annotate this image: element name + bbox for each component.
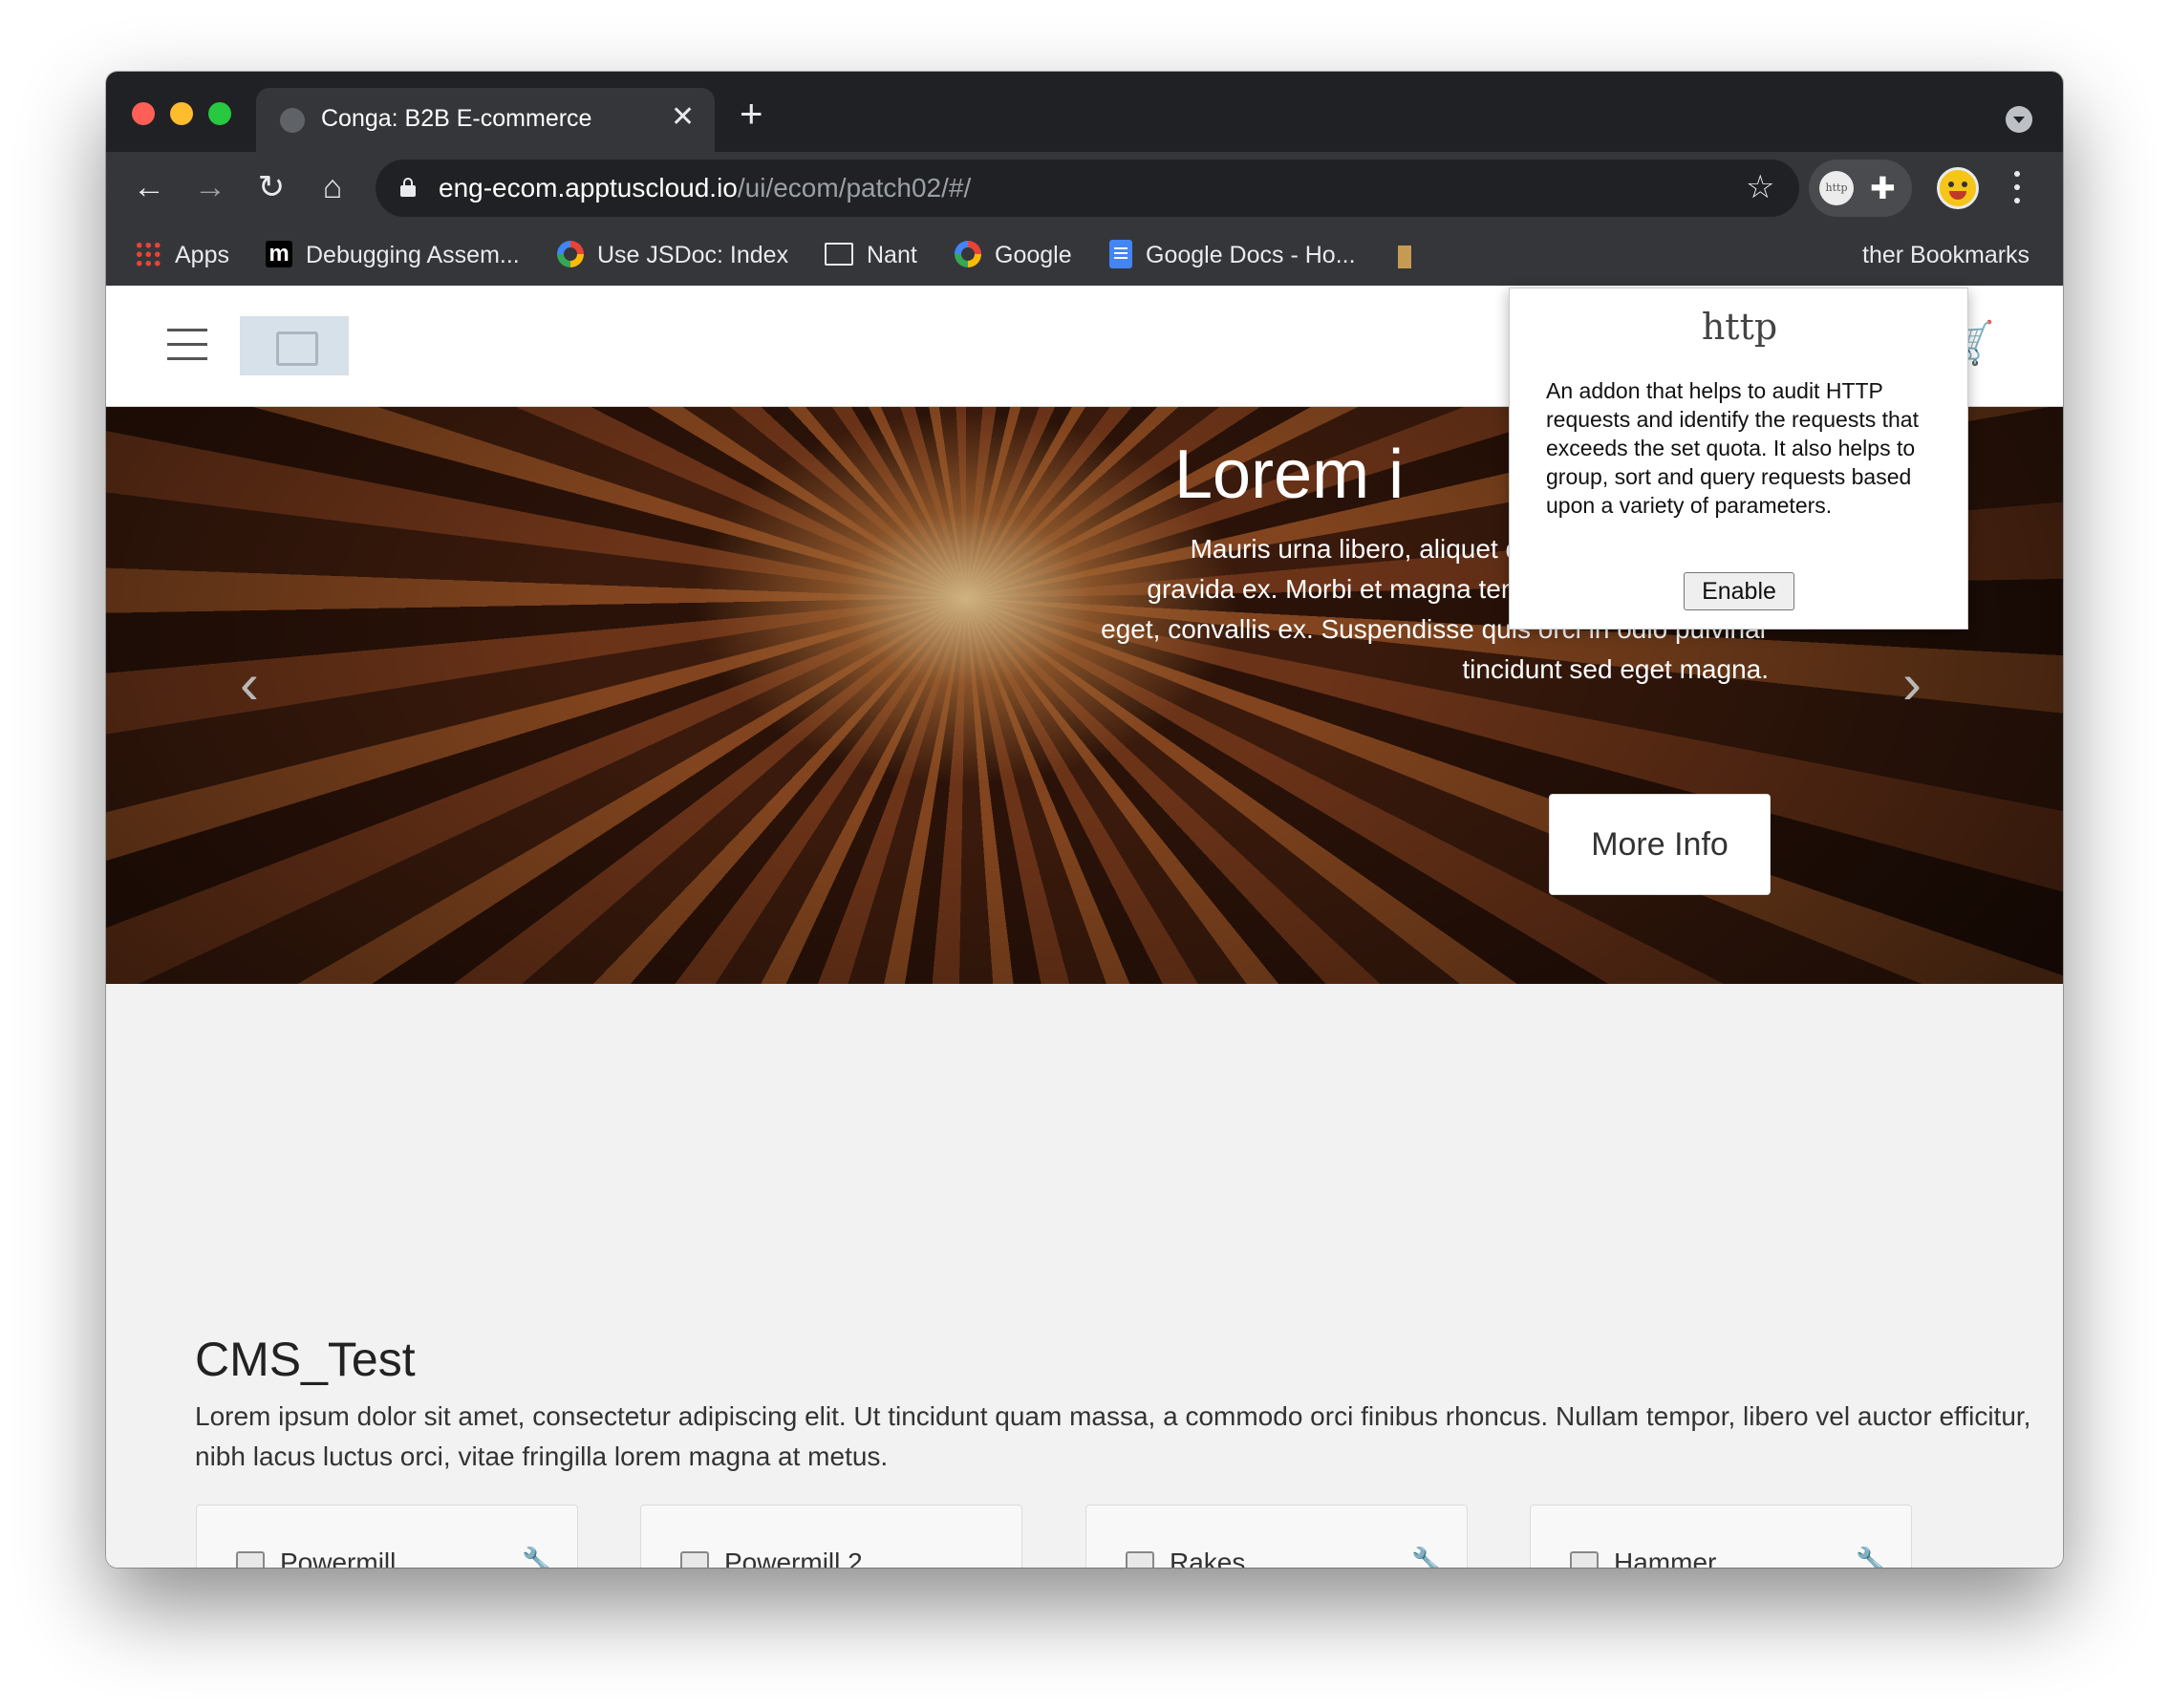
- bookmark-jsdoc[interactable]: Use JSDoc: Index: [557, 234, 788, 276]
- close-window-button[interactable]: [132, 102, 155, 125]
- extensions-group: http ✚: [1809, 160, 1912, 217]
- product-checkbox[interactable]: [1570, 1551, 1599, 1568]
- product-name: Rakes: [1170, 1548, 1246, 1568]
- bookmarks-bar: Apps m Debugging Assem... Use JSDoc: Inde…: [106, 224, 2063, 286]
- home-icon[interactable]: ⌂: [311, 165, 354, 209]
- bookmark-debugging[interactable]: m Debugging Assem...: [266, 234, 520, 276]
- new-tab-button[interactable]: +: [740, 94, 763, 134]
- wrench-icon[interactable]: 🔧: [1856, 1546, 1886, 1568]
- more-info-button[interactable]: More Info: [1549, 794, 1771, 895]
- folder-icon: [825, 243, 853, 267]
- url-host: eng-ecom.apptuscloud.io: [439, 173, 738, 203]
- product-card[interactable]: Rakes 🔧: [1085, 1505, 1468, 1568]
- bookmark-label: Use JSDoc: Index: [597, 242, 789, 268]
- product-checkbox[interactable]: [680, 1551, 709, 1568]
- section-title: CMS_Test: [195, 1333, 416, 1386]
- popup-description: An addon that helps to audit HTTP reques…: [1546, 378, 1919, 518]
- close-tab-icon[interactable]: ✕: [671, 101, 695, 134]
- other-bookmarks[interactable]: ther Bookmarks: [1862, 234, 2029, 276]
- bookmark-label: Nant: [867, 242, 917, 268]
- tab-title: Conga: B2B E-commerce: [321, 105, 592, 132]
- product-name: Hammer: [1614, 1548, 1717, 1568]
- m-icon: m: [266, 241, 292, 268]
- apps-grid-icon: [135, 241, 161, 268]
- product-card[interactable]: Powermill 🔧: [196, 1505, 578, 1568]
- section-description: Lorem ipsum dolor sit amet, consectetur …: [195, 1401, 2031, 1471]
- product-checkbox[interactable]: [1126, 1551, 1154, 1568]
- product-card[interactable]: Hammer 🔧: [1530, 1505, 1912, 1568]
- product-checkbox[interactable]: [236, 1551, 265, 1568]
- browser-window: Conga: B2B E-commerce ✕ + ← → ↻ ⌂ eng-ec…: [106, 72, 2063, 1568]
- bookmark-star-icon[interactable]: ☆: [1746, 168, 1774, 206]
- tab-active[interactable]: Conga: B2B E-commerce ✕: [256, 88, 715, 152]
- hamburger-menu-icon[interactable]: [167, 329, 207, 361]
- chevron-right-icon[interactable]: ›: [1902, 655, 1922, 713]
- titlebar: Conga: B2B E-commerce ✕ +: [106, 72, 2063, 152]
- url-text[interactable]: eng-ecom.apptuscloud.io/ui/ecom/patch02/…: [439, 173, 971, 203]
- maximize-window-button[interactable]: [208, 102, 231, 125]
- google-icon: [557, 241, 584, 268]
- address-bar[interactable]: eng-ecom.apptuscloud.io/ui/ecom/patch02/…: [376, 160, 1799, 217]
- profile-avatar[interactable]: [1937, 167, 1979, 209]
- back-arrow-icon[interactable]: ←: [127, 165, 171, 209]
- forward-arrow-icon[interactable]: →: [188, 165, 232, 209]
- http-extension-icon[interactable]: http: [1819, 171, 1854, 205]
- reload-icon[interactable]: ↻: [249, 165, 293, 209]
- bookmark-google[interactable]: Google: [955, 234, 1072, 276]
- minimize-window-button[interactable]: [170, 102, 193, 125]
- product-name: Powermill: [280, 1548, 397, 1568]
- extension-popup: http An addon that helps to audit HTTP r…: [1509, 288, 1968, 630]
- main-content: CMS_Test Lorem ipsum dolor sit amet, con…: [106, 984, 2063, 1568]
- kebab-menu-icon[interactable]: [2008, 165, 2027, 211]
- hero-title: Lorem i: [1174, 437, 1405, 513]
- bookmark-google-docs[interactable]: Google Docs - Ho...: [1109, 234, 1356, 276]
- enable-button[interactable]: Enable: [1684, 572, 1794, 610]
- tab-search-icon[interactable]: [2006, 106, 2032, 133]
- bookmark-label: Debugging Assem...: [306, 242, 520, 268]
- wrench-icon[interactable]: 🔧: [522, 1546, 552, 1568]
- wrench-icon[interactable]: 🔧: [1411, 1546, 1442, 1568]
- http-logo: http: [1701, 306, 1778, 348]
- google-icon: [955, 241, 981, 268]
- product-name: Powermill 2: [724, 1548, 863, 1568]
- bookmark-label: Google: [995, 242, 1072, 268]
- url-path: /ui/ecom/patch02/#/: [737, 173, 972, 203]
- bookmark-apps[interactable]: Apps: [135, 234, 229, 276]
- bookmark-folder-icon[interactable]: [1398, 246, 1411, 268]
- bookmark-nant[interactable]: Nant: [825, 234, 917, 276]
- chevron-left-icon[interactable]: ‹: [240, 655, 259, 713]
- bookmark-label: Google Docs - Ho...: [1146, 242, 1356, 268]
- lock-icon[interactable]: [400, 178, 416, 197]
- puzzle-icon[interactable]: ✚: [1870, 169, 1896, 207]
- bookmark-label: Apps: [175, 242, 229, 268]
- product-card[interactable]: Powermill 2: [640, 1505, 1022, 1568]
- docs-icon: [1109, 240, 1132, 269]
- logo-image-placeholder-icon[interactable]: [240, 316, 349, 375]
- globe-icon: [280, 108, 305, 133]
- browser-toolbar: ← → ↻ ⌂ eng-ecom.apptuscloud.io/ui/ecom/…: [106, 152, 2063, 224]
